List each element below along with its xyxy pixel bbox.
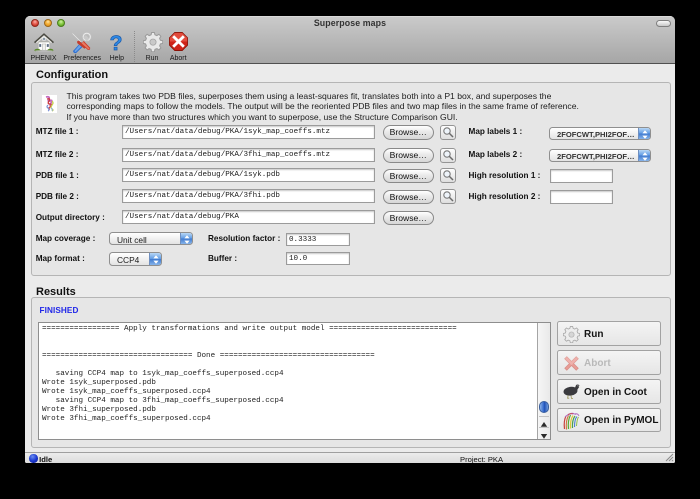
svg-text:?: ? [110, 33, 123, 54]
